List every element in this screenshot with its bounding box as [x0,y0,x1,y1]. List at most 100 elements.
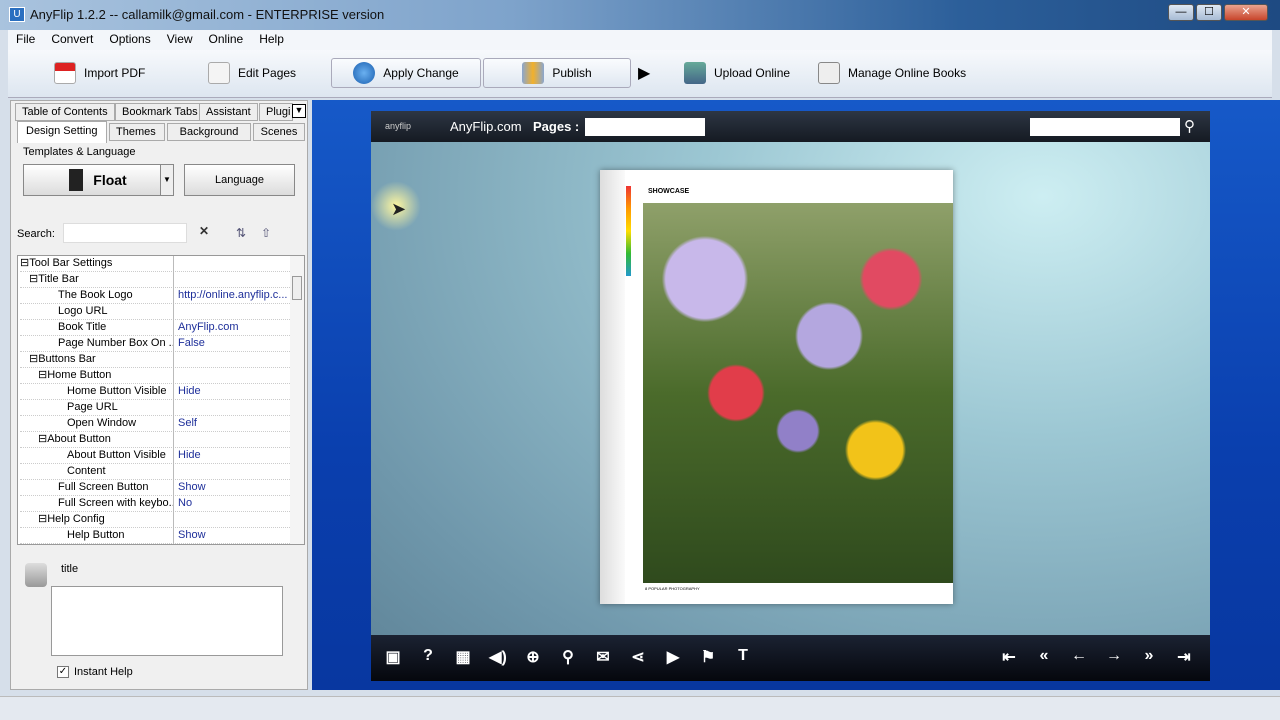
menu-convert[interactable]: Convert [43,30,101,48]
last-page-icon[interactable]: ⇥ [1173,647,1195,667]
tab-assistant[interactable]: Assistant [199,103,258,121]
property-row[interactable]: Full Screen Button Show [20,480,298,496]
property-value[interactable]: No [178,496,298,511]
collapse-icon[interactable]: ⊟ [38,513,47,525]
import-pdf-button[interactable]: Import PDF [54,58,145,88]
text-icon[interactable]: T [732,647,754,665]
property-label: Page Number Box On ... [58,337,175,349]
property-name: ⊟Buttons Bar [20,352,175,367]
property-row[interactable]: Help Button Show [20,528,298,544]
sort-up-icon[interactable]: ⇧ [261,226,271,240]
upload-online-button[interactable]: Upload Online [684,58,790,88]
email-icon[interactable]: ✉ [592,647,614,667]
thumbnails-icon[interactable]: ▦ [452,647,474,667]
template-select[interactable]: Float [23,164,173,196]
tab-background[interactable]: Background [167,123,251,141]
back-icon[interactable]: ← [1068,647,1090,665]
tab-table-of-contents[interactable]: Table of Contents [15,103,115,121]
property-row[interactable]: Page URL [20,400,298,416]
book-page[interactable]: SHOWCASE 8 POPULAR PHOTOGRAPHY [600,170,953,604]
close-button[interactable]: ✕ [1224,4,1268,21]
tab-bookmark-tabs[interactable]: Bookmark Tabs [115,103,205,121]
search-icon[interactable]: ⚲ [557,647,579,667]
publish-icon [522,62,545,84]
property-name: Content [20,464,175,479]
property-value[interactable]: Hide [178,448,298,463]
property-row[interactable]: ⊟About Button [20,432,298,448]
manage-online-books-button[interactable]: Manage Online Books [818,58,966,88]
help-icon[interactable]: ? [417,647,439,665]
first-page-icon[interactable]: ⇤ [998,647,1020,667]
property-row[interactable]: ⊟Home Button [20,368,298,384]
property-row[interactable]: Logo URL [20,304,298,320]
property-label: About Button Visible [67,449,166,461]
property-value[interactable]: Show [178,480,298,495]
property-scrollbar[interactable] [290,256,304,544]
collapse-icon[interactable]: ⊟ [20,257,29,269]
apply-change-button[interactable]: Apply Change [331,58,481,88]
zoom-in-icon[interactable]: ⊕ [522,647,544,667]
edit-pages-label: Edit Pages [238,66,297,80]
search-input[interactable] [63,223,187,243]
template-dropdown-icon[interactable]: ▼ [160,164,174,196]
edit-pages-button[interactable]: Edit Pages [208,58,296,88]
property-row[interactable]: Open Window Self [20,416,298,432]
collapse-icon[interactable]: ⊟ [38,433,47,445]
menu-view[interactable]: View [159,30,201,48]
minimize-button[interactable]: — [1168,4,1194,21]
viewer-logo[interactable]: anyflip [385,121,411,131]
property-row[interactable]: ⊟Tool Bar Settings [20,256,298,272]
property-value[interactable]: Self [178,416,298,431]
menu-options[interactable]: Options [101,30,158,48]
property-row[interactable]: Book Title AnyFlip.com [20,320,298,336]
help-db-icon [25,563,47,587]
maximize-button[interactable]: ☐ [1196,4,1222,21]
tab-scenes[interactable]: Scenes [253,123,305,141]
share-icon[interactable]: ⋖ [627,647,649,667]
property-value[interactable]: AnyFlip.com [178,320,298,335]
wildflowers-photo [643,203,953,583]
sound-icon[interactable]: ◀) [487,647,509,667]
property-row[interactable]: Page Number Box On ... False [20,336,298,352]
property-row[interactable]: Home Button Visible Hide [20,384,298,400]
viewer-bottom-bar: ▣? ▦ ◀) ⊕ ⚲ ✉ ⋖ ▶ ⚑ T ⇤ « ← → » ⇥ [371,635,1210,681]
property-row[interactable]: Content [20,464,298,480]
previous-page-icon[interactable]: « [1033,647,1055,665]
publish-button[interactable]: Publish [483,58,631,88]
collapse-icon[interactable]: ⊟ [38,369,47,381]
tab-design-setting[interactable]: Design Setting [17,121,107,143]
property-value[interactable]: Hide [178,384,298,399]
language-button[interactable]: Language [184,164,295,196]
autoflip-icon[interactable]: ▶ [662,647,684,667]
clear-search-icon[interactable]: ✕ [193,224,215,244]
tab-themes[interactable]: Themes [109,123,165,141]
property-row[interactable]: About Button Visible Hide [20,448,298,464]
property-row[interactable]: ⊟Buttons Bar [20,352,298,368]
property-row[interactable]: ⊟Help Config [20,512,298,528]
property-value[interactable]: False [178,336,298,351]
collapse-icon[interactable]: ⊟ [29,273,38,285]
app-icon: U [9,7,25,22]
property-value[interactable]: Show [178,528,298,543]
menu-file[interactable]: File [8,30,43,48]
bookmark-icon[interactable]: ⚑ [697,647,719,667]
page-number-input[interactable] [585,118,705,136]
property-row[interactable]: The Book Logo http://online.anyflip.c... [20,288,298,304]
sort-icon[interactable]: ⇅ [236,226,246,240]
tabs-dropdown-icon[interactable]: ▼ [292,104,306,118]
viewer-search-icon[interactable]: ⚲ [1184,117,1195,135]
property-row[interactable]: Full Screen with keybo... No [20,496,298,512]
next-page-icon[interactable]: » [1138,647,1160,665]
menu-help[interactable]: Help [251,30,292,48]
instant-help-checkbox[interactable]: ✓ [57,666,69,678]
menu-online[interactable]: Online [201,30,252,48]
fullscreen-icon[interactable]: ▣ [382,647,404,667]
tab-plugin[interactable]: Plugi [259,103,293,121]
property-row[interactable]: ⊟Title Bar [20,272,298,288]
property-value[interactable]: http://online.anyflip.c... [178,288,298,303]
forward-icon[interactable]: → [1103,647,1125,665]
viewer-search-input[interactable] [1030,118,1180,136]
scrollbar-thumb[interactable] [292,276,302,300]
collapse-icon[interactable]: ⊟ [29,353,38,365]
property-name: Full Screen with keybo... [20,496,175,511]
